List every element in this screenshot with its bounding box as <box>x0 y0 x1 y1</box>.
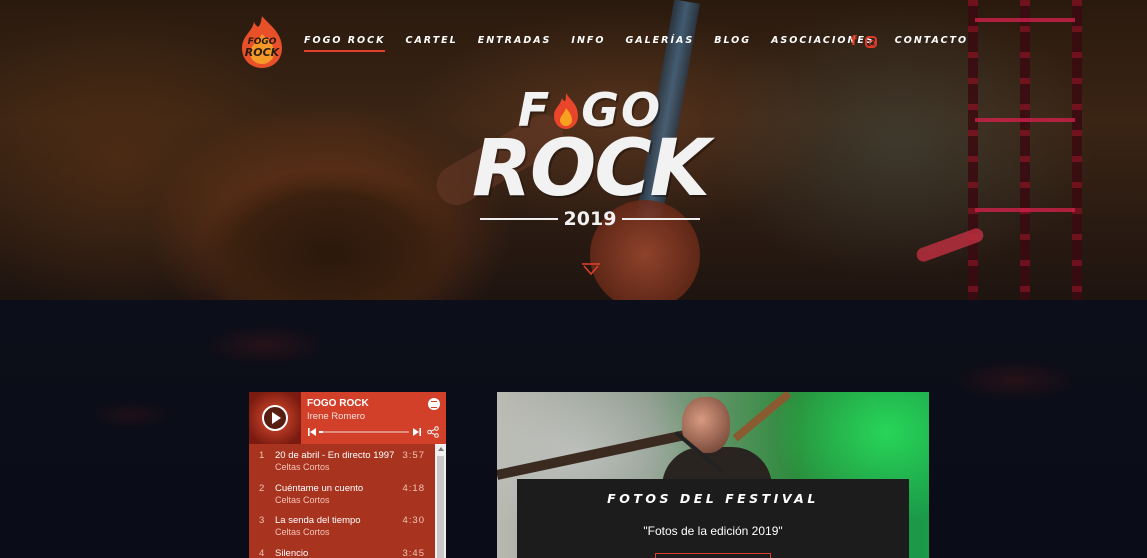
facebook-icon[interactable]: f <box>851 34 857 49</box>
progress-fill <box>319 431 323 433</box>
festival-photos-card[interactable]: FOTOS DEL FESTIVAL "Fotos de la edición … <box>497 392 929 558</box>
nav-item-galerias[interactable]: GALERÍAS <box>625 35 694 52</box>
spotify-player: FOGO ROCK Irene Romero 1 20 de abril - E… <box>249 392 446 558</box>
instagram-icon[interactable] <box>864 35 877 48</box>
track-duration: 3:57 <box>402 450 425 461</box>
progress-bar[interactable] <box>319 431 409 433</box>
svg-text:ROCK: ROCK <box>245 46 281 59</box>
nav-item-info[interactable]: INFO <box>571 35 605 52</box>
guitar-neck <box>732 392 792 442</box>
nav-item-contacto[interactable]: CONTACTO <box>895 35 968 52</box>
track-number: 4 <box>259 547 265 558</box>
nav-item-fogo-rock[interactable]: FOGO ROCK <box>304 35 386 52</box>
main-nav: FOGO ROCK FOGO ROCK CARTEL ENTRADAS INFO… <box>0 0 1147 80</box>
track-name: 20 de abril - En directo 1997 <box>275 450 395 461</box>
album-cover <box>249 392 301 444</box>
hero-logo-line2: ROCK <box>471 124 710 214</box>
stage-truss-bar <box>975 118 1075 122</box>
hero-logo: F GO ROCK 2019 <box>462 87 718 243</box>
track-number: 1 <box>259 450 265 461</box>
divider <box>479 218 558 220</box>
track-artist: Celtas Cortos <box>275 527 330 537</box>
track-duration: 3:45 <box>402 547 425 558</box>
nav-item-blog[interactable]: BLOG <box>714 35 751 52</box>
scrollbar-thumb[interactable] <box>437 456 444 558</box>
track-number: 2 <box>259 482 265 494</box>
nav-item-cartel[interactable]: CARTEL <box>405 35 457 52</box>
gallery-subtitle: "Fotos de la edición 2019" <box>643 524 783 538</box>
scroll-up-icon[interactable] <box>438 447 444 451</box>
track-list-scrollbar[interactable] <box>435 444 446 558</box>
musician-silhouette <box>200 170 460 300</box>
nav-item-entradas[interactable]: ENTRADAS <box>478 35 552 52</box>
player-title[interactable]: FOGO ROCK <box>307 398 369 409</box>
previous-track-icon[interactable] <box>308 428 316 436</box>
track-row[interactable]: 1 20 de abril - En directo 1997 Celtas C… <box>249 444 435 477</box>
share-icon[interactable] <box>427 426 439 438</box>
spotify-icon[interactable] <box>428 398 440 410</box>
track-artist: Celtas Cortos <box>275 494 330 505</box>
track-number: 3 <box>259 515 265 526</box>
gallery-button[interactable] <box>655 553 771 558</box>
track-name: La senda del tiempo <box>275 515 361 526</box>
track-list: 1 20 de abril - En directo 1997 Celtas C… <box>249 444 435 558</box>
player-artist[interactable]: Irene Romero <box>307 411 365 422</box>
play-icon[interactable] <box>262 405 288 431</box>
track-duration: 4:18 <box>402 482 425 494</box>
track-name: Cuéntame un cuento <box>275 482 364 494</box>
social-links: f <box>851 34 877 49</box>
next-track-icon[interactable] <box>413 428 421 436</box>
site-logo[interactable]: FOGO ROCK <box>238 14 286 70</box>
gallery-caption-box: FOTOS DEL FESTIVAL "Fotos de la edición … <box>517 479 909 558</box>
scroll-down-icon[interactable] <box>582 263 600 275</box>
hero-year: 2019 <box>563 208 617 230</box>
gallery-title: FOTOS DEL FESTIVAL <box>607 491 819 506</box>
nav-menu: FOGO ROCK CARTEL ENTRADAS INFO GALERÍAS … <box>304 35 988 52</box>
track-row[interactable]: 4 Silencio 3:45 <box>249 542 435 558</box>
track-row[interactable]: 3 La senda del tiempo Celtas Cortos 4:30 <box>249 509 435 542</box>
divider <box>622 218 701 220</box>
player-header: FOGO ROCK Irene Romero <box>249 392 446 444</box>
track-name: Silencio <box>275 547 309 558</box>
track-artist: Celtas Cortos <box>275 462 330 472</box>
stage-truss-bar <box>975 208 1075 212</box>
track-duration: 4:30 <box>402 515 425 526</box>
track-row[interactable]: 2 Cuéntame un cuento Celtas Cortos 4:18 <box>249 477 435 510</box>
